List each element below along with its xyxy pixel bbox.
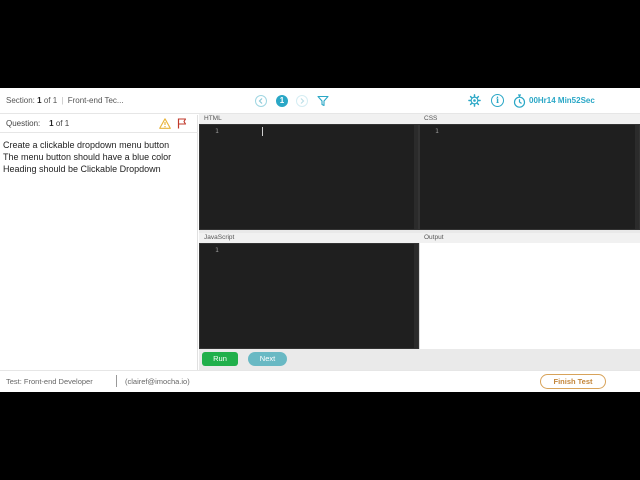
question-label: Question: — [6, 119, 41, 128]
section-current: 1 — [37, 96, 42, 105]
test-name: Test: Front-end Developer — [6, 377, 93, 386]
next-button[interactable]: Next — [248, 352, 287, 366]
question-text: Create a clickable dropdown menu button … — [3, 140, 197, 175]
javascript-editor[interactable]: 1 — [199, 243, 419, 349]
question-line: Heading should be Clickable Dropdown — [3, 163, 161, 174]
question-number-current[interactable]: 1 — [276, 95, 288, 107]
question-number: 1 — [49, 119, 54, 128]
stopwatch-icon — [513, 94, 526, 108]
section-indicator: Section: 1 of 1 | Front-end Tec... — [6, 96, 124, 105]
question-panel: Question: 1 of 1 Create a clickable drop… — [0, 115, 198, 370]
gear-icon[interactable] — [468, 94, 481, 107]
css-editor[interactable]: 1 — [419, 124, 640, 230]
footer-divider — [116, 375, 117, 387]
editor-scrollbar[interactable] — [414, 244, 418, 348]
section-name: Front-end Tec... — [67, 96, 124, 105]
footer: Test: Front-end Developer (clairef@imoch… — [0, 370, 640, 392]
timer-readout: 00Hr14 Min52Sec — [529, 96, 595, 105]
finish-test-button[interactable]: Finish Test — [540, 374, 606, 389]
filter-icon[interactable] — [317, 95, 329, 107]
section-separator: | — [61, 96, 64, 105]
line-number: 1 — [215, 246, 219, 254]
editor-scrollbar[interactable] — [414, 125, 418, 229]
info-icon[interactable]: i — [491, 94, 504, 107]
section-of: of 1 — [43, 96, 58, 105]
chevron-right-icon[interactable] — [296, 95, 308, 107]
css-pane-label: CSS — [419, 114, 640, 124]
question-line: Create a clickable dropdown menu button — [3, 140, 170, 150]
user-email: (clairef@imocha.io) — [125, 377, 190, 386]
editor-scrollbar[interactable] — [635, 125, 639, 229]
html-pane-label: HTML — [199, 114, 419, 124]
flag-icon[interactable] — [177, 118, 187, 129]
line-number: 1 — [215, 127, 219, 135]
question-line: The menu button should have a blue color — [3, 151, 172, 162]
question-of: of 1 — [55, 119, 70, 128]
javascript-pane-label: JavaScript — [199, 233, 419, 243]
warning-icon[interactable] — [159, 118, 171, 129]
text-cursor-icon — [262, 127, 264, 136]
question-bar: Question: 1 of 1 — [0, 115, 198, 133]
top-header: Section: 1 of 1 | Front-end Tec... 1 i 0… — [0, 88, 640, 114]
run-toolbar: Run Next — [199, 349, 640, 370]
run-button[interactable]: Run — [202, 352, 238, 366]
section-label: Section: — [6, 96, 35, 105]
question-indicator: Question: 1 of 1 — [6, 119, 69, 128]
output-pane — [419, 243, 640, 349]
output-pane-label: Output — [419, 233, 640, 243]
html-editor[interactable]: 1 — [199, 124, 419, 230]
line-number: 1 — [435, 127, 439, 135]
test-app: Section: 1 of 1 | Front-end Tec... 1 i 0… — [0, 88, 640, 392]
chevron-left-icon[interactable] — [255, 95, 267, 107]
